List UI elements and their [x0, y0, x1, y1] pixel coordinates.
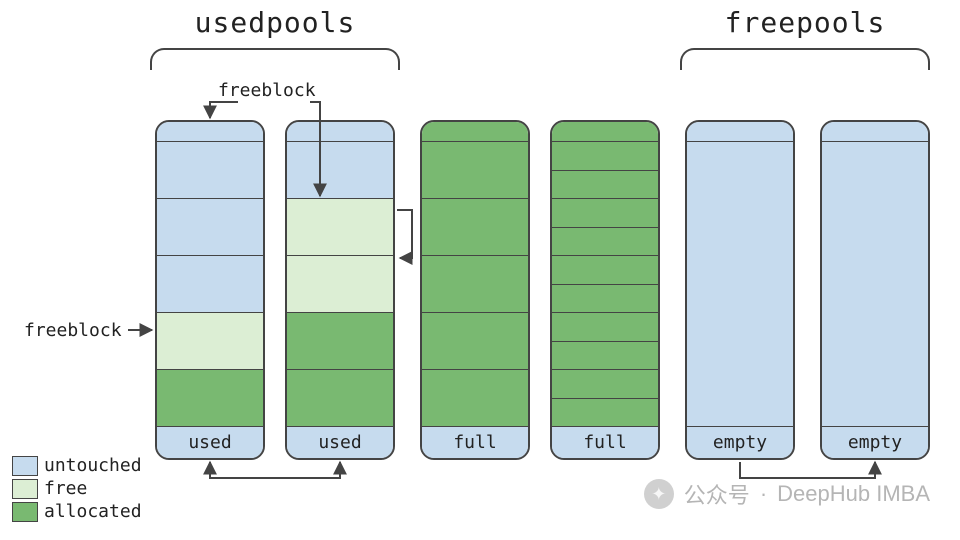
pool-body [822, 142, 928, 426]
pool-header [822, 122, 928, 142]
legend-label-allocated: allocated [44, 501, 142, 522]
legend-swatch-untouched [12, 456, 38, 476]
brace-freepools [680, 48, 930, 70]
block-free [287, 255, 393, 312]
legend-row-allocated: allocated [12, 501, 142, 522]
wechat-icon: ✦ [644, 479, 674, 509]
block-allocated [552, 284, 658, 313]
pool-used-1: used [155, 120, 265, 460]
block-allocated [552, 398, 658, 427]
pool-full-1: full [420, 120, 530, 460]
block-allocated [552, 170, 658, 199]
diagram-stage: usedpools freepools freeblock freeblock … [0, 0, 960, 540]
pool-header [422, 122, 528, 142]
block-free [287, 198, 393, 255]
block-untouched [287, 142, 393, 198]
block-allocated [552, 255, 658, 284]
arrow-free-chain [397, 210, 412, 258]
legend-row-free: free [12, 478, 142, 499]
arrow-freeblock-to-used1 [210, 102, 238, 118]
pool-header [687, 122, 793, 142]
watermark-text-1: 公众号 [684, 478, 750, 510]
pool-body [422, 142, 528, 426]
block-allocated [552, 312, 658, 341]
legend-label-untouched: untouched [44, 455, 142, 476]
title-usedpools: usedpools [150, 6, 400, 39]
pool-empty-1: empty [685, 120, 795, 460]
pool-used-2: used [285, 120, 395, 460]
block-allocated [422, 312, 528, 369]
block-allocated [157, 369, 263, 426]
pool-footer-label: empty [687, 426, 793, 458]
label-freeblock-left: freeblock [24, 320, 122, 341]
pool-body [157, 142, 263, 426]
watermark-text-2: DeepHub IMBA [777, 481, 930, 507]
pool-body [552, 142, 658, 426]
legend: untouched free allocated [12, 453, 142, 522]
block-free [157, 312, 263, 369]
block-untouched [822, 142, 928, 426]
pool-body [687, 142, 793, 426]
block-untouched [157, 255, 263, 312]
block-untouched [157, 142, 263, 198]
brace-usedpools [150, 48, 400, 70]
block-allocated [552, 369, 658, 398]
block-allocated [287, 312, 393, 369]
pool-header [287, 122, 393, 142]
block-allocated [422, 198, 528, 255]
watermark: ✦ 公众号 · DeepHub IMBA [644, 478, 930, 510]
pool-footer-label: full [552, 426, 658, 458]
watermark-sep: · [760, 481, 767, 507]
block-allocated [422, 369, 528, 426]
pool-header [157, 122, 263, 142]
pool-header [552, 122, 658, 142]
block-allocated [552, 198, 658, 227]
pool-footer-label: used [157, 426, 263, 458]
block-allocated [552, 227, 658, 256]
legend-swatch-allocated [12, 502, 38, 522]
arrow-used-link [210, 462, 340, 478]
pool-empty-2: empty [820, 120, 930, 460]
block-allocated [422, 255, 528, 312]
label-freeblock-top: freeblock [218, 80, 316, 101]
block-allocated [552, 142, 658, 170]
block-untouched [687, 142, 793, 426]
pool-body [287, 142, 393, 426]
arrow-empty-link [740, 462, 875, 478]
pool-footer-label: full [422, 426, 528, 458]
legend-label-free: free [44, 478, 87, 499]
pool-footer-label: empty [822, 426, 928, 458]
legend-swatch-free [12, 479, 38, 499]
block-allocated [422, 142, 528, 198]
block-allocated [287, 369, 393, 426]
legend-row-untouched: untouched [12, 455, 142, 476]
block-untouched [157, 198, 263, 255]
block-allocated [552, 341, 658, 370]
pool-full-2: full [550, 120, 660, 460]
title-freepools: freepools [680, 6, 930, 39]
pool-footer-label: used [287, 426, 393, 458]
